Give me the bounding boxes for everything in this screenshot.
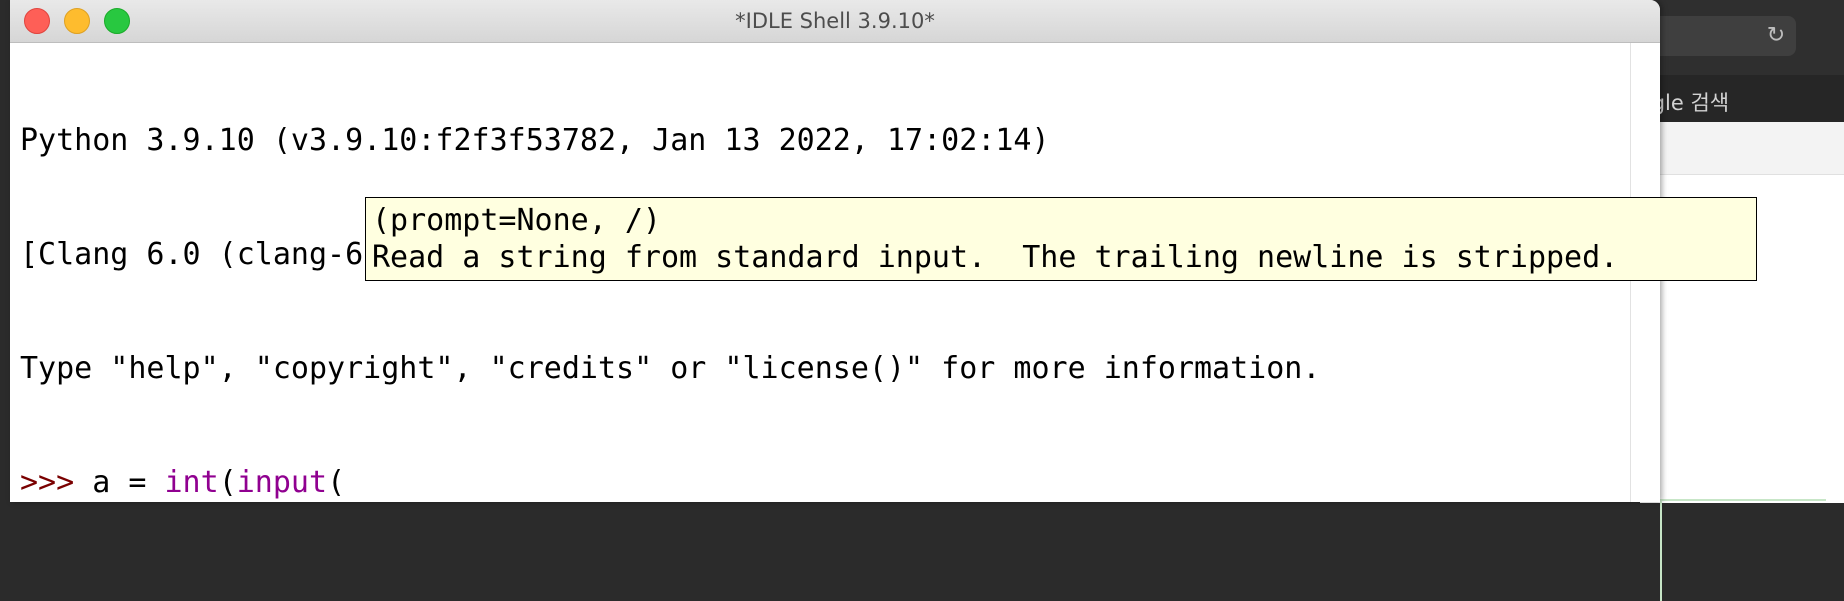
- shell-prompt: >>>: [20, 465, 93, 500]
- browser-toolbar: ↻: [1640, 0, 1844, 75]
- open-paren-1: (: [218, 465, 237, 500]
- window-title: *IDLE Shell 3.9.10*: [735, 9, 935, 33]
- builtin-input: input: [236, 465, 328, 500]
- builtin-int: int: [164, 465, 219, 500]
- browser-tab-bar: oogle 검색: [1626, 75, 1844, 122]
- close-button[interactable]: [24, 8, 50, 34]
- banner-line-3: Type "help", "copyright", "credits" or "…: [20, 351, 1321, 386]
- calltip-signature: (prompt=None, /): [372, 203, 661, 238]
- code-assignment: a =: [92, 465, 165, 500]
- zoom-button[interactable]: [104, 8, 130, 34]
- calltip-doc: Read a string from standard input. The t…: [372, 240, 1619, 275]
- reload-icon[interactable]: ↻: [1766, 25, 1786, 47]
- banner-line-1: Python 3.9.10 (v3.9.10:f2f3f53782, Jan 1…: [20, 123, 1068, 158]
- minimize-button[interactable]: [64, 8, 90, 34]
- input-line[interactable]: >>> a = int(input(: [20, 464, 1320, 502]
- browser-content: [1640, 122, 1844, 601]
- title-bar[interactable]: *IDLE Shell 3.9.10*: [10, 0, 1660, 43]
- calltip-popup: (prompt=None, /) Read a string from stan…: [365, 197, 1757, 281]
- browser-green-box: [1660, 499, 1826, 601]
- browser-address-bar[interactable]: ↻: [1640, 16, 1796, 56]
- open-paren-2: (: [327, 465, 346, 500]
